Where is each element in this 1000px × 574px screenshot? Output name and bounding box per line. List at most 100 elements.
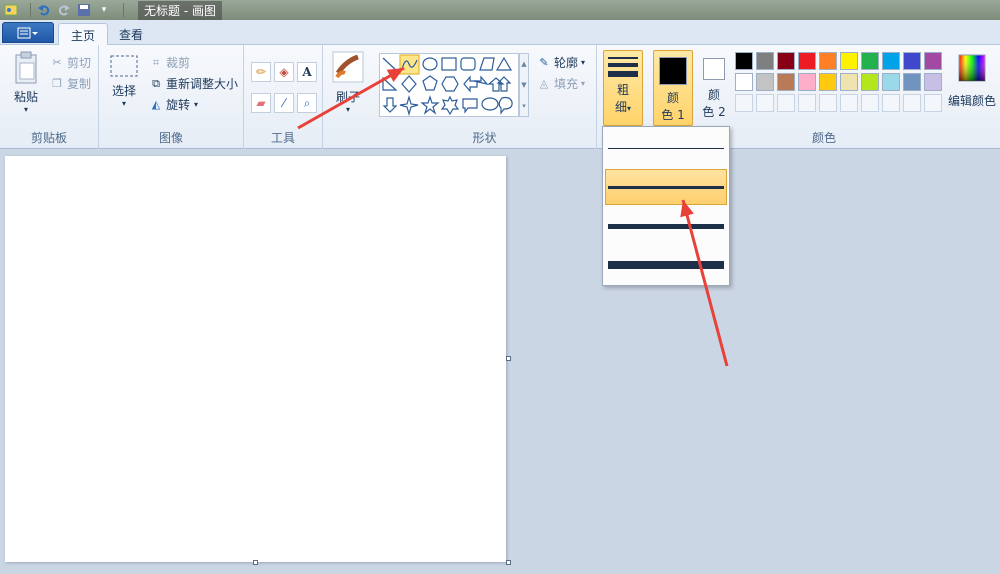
scissors-icon: ✂ xyxy=(52,55,62,69)
select-button[interactable]: 选择 ▾ xyxy=(107,53,141,108)
palette-custom-slot[interactable] xyxy=(819,94,837,112)
ribbon-tabs: 主页 查看 xyxy=(0,20,1000,46)
color-spectrum-icon xyxy=(958,54,986,82)
color2-label-line1: 颜 xyxy=(707,88,720,102)
crop-button[interactable]: ⌗ 裁剪 xyxy=(149,54,190,71)
drawing-canvas[interactable] xyxy=(5,156,506,562)
palette-custom-slot[interactable] xyxy=(798,94,816,112)
palette-color-swatch[interactable] xyxy=(903,73,921,91)
palette-color-swatch[interactable] xyxy=(735,52,753,70)
brushes-group: 刷子 ▾ xyxy=(323,45,373,149)
color-picker-tool[interactable]: ⁄ xyxy=(274,93,294,113)
fill-tool[interactable]: ◈ xyxy=(274,62,294,82)
color1-button[interactable]: 颜 色 1 xyxy=(653,50,693,126)
outline-button[interactable]: ✎ 轮廓 ▾ xyxy=(537,54,585,71)
select-icon xyxy=(110,55,138,77)
paint-bucket-icon: ◈ xyxy=(279,65,289,79)
palette-color-swatch[interactable] xyxy=(924,73,942,91)
magnifier-tool[interactable]: ⌕ xyxy=(297,93,317,113)
outline-label: 轮廓 xyxy=(554,56,579,70)
palette-color-swatch[interactable] xyxy=(798,52,816,70)
resize-handle-bottom[interactable] xyxy=(253,560,258,565)
palette-color-swatch[interactable] xyxy=(735,73,753,91)
copy-label: 复制 xyxy=(67,77,92,91)
brushes-button[interactable]: 刷子 ▾ xyxy=(331,51,365,114)
cut-label: 剪切 xyxy=(67,56,92,70)
palette-custom-slot[interactable] xyxy=(756,94,774,112)
resize-handle-right[interactable] xyxy=(506,356,511,361)
palette-color-swatch[interactable] xyxy=(819,52,837,70)
group-label: 颜色 xyxy=(811,131,836,145)
palette-custom-slot[interactable] xyxy=(777,94,795,112)
image-group: 选择 ▾ ⌗ 裁剪 ⧉ 重新调整大小 ◭ 旋转 ▾ 图像 xyxy=(99,45,244,149)
palette-custom-slot[interactable] xyxy=(735,94,753,112)
tab-view[interactable]: 查看 xyxy=(107,23,155,45)
palette-color-swatch[interactable] xyxy=(882,73,900,91)
size-dropdown xyxy=(602,126,730,286)
copy-icon: ❐ xyxy=(52,76,62,90)
eraser-tool[interactable]: ▰ xyxy=(251,93,271,113)
app-menu-button[interactable] xyxy=(2,22,54,43)
pencil-icon: ✏ xyxy=(255,65,267,79)
save-icon[interactable] xyxy=(77,3,91,17)
shapes-gallery-scrollbar[interactable]: ▲ ▼ ▾ xyxy=(519,53,529,117)
copy-button[interactable]: ❐ 复制 xyxy=(50,75,91,92)
palette-color-swatch[interactable] xyxy=(924,52,942,70)
palette-color-swatch[interactable] xyxy=(861,52,879,70)
fill-bucket-icon: ◬ xyxy=(539,76,549,90)
size-button[interactable]: 粗 细▾ xyxy=(603,50,643,126)
paste-button[interactable]: 粘贴 ▾ xyxy=(6,51,46,114)
palette-custom-slot[interactable] xyxy=(861,94,879,112)
line-width-sample xyxy=(608,223,724,229)
pencil-tool[interactable]: ✏ xyxy=(251,62,271,82)
palette-color-swatch[interactable] xyxy=(777,73,795,91)
palette-color-swatch[interactable] xyxy=(756,52,774,70)
size-option[interactable] xyxy=(605,208,727,244)
palette-custom-slot[interactable] xyxy=(903,94,921,112)
separator xyxy=(30,3,31,17)
color1-label-line1: 颜 xyxy=(666,91,679,105)
chevron-down-icon: ▾ xyxy=(121,99,126,108)
magnifier-icon: ⌕ xyxy=(303,95,311,110)
size-option[interactable] xyxy=(605,130,727,166)
ribbon: 粘贴 ▾ ✂ 剪切 ❐ 复制 剪贴板 选择 ▾ ⌗ 裁剪 ⧉ 重新调整大小 ◭ 旋转 ▾ 图… xyxy=(0,45,1000,149)
palette-color-swatch[interactable] xyxy=(903,52,921,70)
resize-handle-corner[interactable] xyxy=(506,560,511,565)
color2-button[interactable]: 颜 色 2 xyxy=(694,50,734,126)
palette-color-swatch[interactable] xyxy=(777,52,795,70)
paste-label: 粘贴 xyxy=(13,90,38,104)
text-tool[interactable]: A xyxy=(297,62,317,82)
rotate-button[interactable]: ◭ 旋转 ▾ xyxy=(149,96,198,113)
palette-color-swatch[interactable] xyxy=(819,73,837,91)
resize-button[interactable]: ⧉ 重新调整大小 xyxy=(149,75,238,92)
group-label: 形状 xyxy=(472,131,497,145)
brushes-label: 刷子 xyxy=(335,90,360,104)
palette-color-swatch[interactable] xyxy=(756,73,774,91)
crop-label: 裁剪 xyxy=(166,56,191,70)
edit-colors-button[interactable]: 编辑颜色 xyxy=(947,53,997,109)
size-option[interactable] xyxy=(605,169,727,205)
tab-home[interactable]: 主页 xyxy=(58,23,109,46)
palette-color-swatch[interactable] xyxy=(840,73,858,91)
scroll-down-icon[interactable]: ▼ xyxy=(521,81,526,89)
palette-color-swatch[interactable] xyxy=(798,73,816,91)
expand-gallery-icon[interactable]: ▾ xyxy=(522,102,526,110)
fill-button[interactable]: ◬ 填充 ▾ xyxy=(537,75,585,92)
undo-icon[interactable] xyxy=(37,3,51,17)
size-option[interactable] xyxy=(605,247,727,283)
chevron-down-icon: ▾ xyxy=(194,100,199,109)
separator xyxy=(123,3,124,17)
palette-custom-slot[interactable] xyxy=(840,94,858,112)
palette-color-swatch[interactable] xyxy=(840,52,858,70)
select-label: 选择 xyxy=(111,84,136,98)
palette-color-swatch[interactable] xyxy=(861,73,879,91)
scroll-up-icon[interactable]: ▲ xyxy=(521,60,526,68)
cut-button[interactable]: ✂ 剪切 xyxy=(50,54,91,71)
edit-colors-label: 编辑颜色 xyxy=(947,94,996,108)
redo-icon[interactable] xyxy=(57,3,71,17)
palette-color-swatch[interactable] xyxy=(882,52,900,70)
palette-custom-slot[interactable] xyxy=(882,94,900,112)
rotate-label: 旋转 xyxy=(166,98,191,112)
palette-custom-slot[interactable] xyxy=(924,94,942,112)
customize-quick-access-icon[interactable]: ▾ xyxy=(97,3,111,17)
